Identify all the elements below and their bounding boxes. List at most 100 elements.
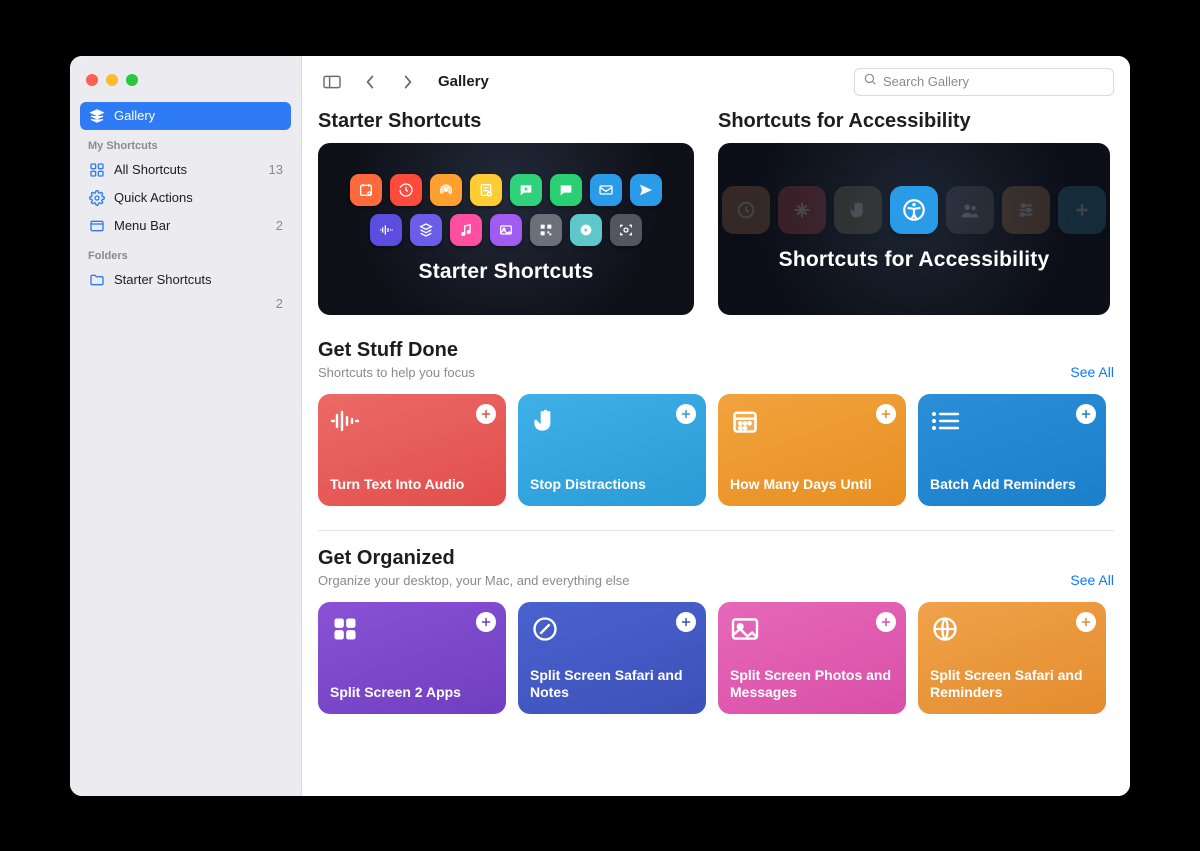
section-get-stuff-done: Get Stuff Done Shortcuts to help you foc… xyxy=(318,339,1130,506)
hero-card-accessibility[interactable]: Shortcuts for Accessibility xyxy=(718,143,1110,315)
card-row: Turn Text Into Audio Stop Distractions H… xyxy=(318,394,1114,506)
section-subtitle: Organize your desktop, your Mac, and eve… xyxy=(318,573,629,588)
toolbar: Gallery xyxy=(302,56,1130,108)
search-input[interactable] xyxy=(883,74,1105,89)
safari-icon xyxy=(530,614,560,644)
add-shortcut-button[interactable] xyxy=(876,404,896,424)
card-title: Split Screen Photos and Messages xyxy=(730,667,894,702)
sidebar-item-label: Quick Actions xyxy=(114,190,193,205)
minimize-window-button[interactable] xyxy=(106,74,118,86)
image-icon xyxy=(730,614,760,644)
shortcut-card[interactable]: Stop Distractions xyxy=(518,394,706,506)
sidebar-item-all-shortcuts[interactable]: All Shortcuts 13 xyxy=(80,156,291,184)
qr-icon xyxy=(530,214,562,246)
add-shortcut-button[interactable] xyxy=(476,612,496,632)
share-circle-icon xyxy=(570,214,602,246)
sidebar-item-label: Gallery xyxy=(114,108,155,123)
sliders-icon xyxy=(1002,186,1050,234)
sidebar-item-count: 13 xyxy=(269,162,283,177)
hero-card-label: Shortcuts for Accessibility xyxy=(779,248,1050,272)
hero-row: Starter Shortcuts xyxy=(318,108,1130,315)
stack-icon xyxy=(88,107,106,125)
add-shortcut-button[interactable] xyxy=(876,612,896,632)
shortcut-card[interactable]: Split Screen 2 Apps xyxy=(318,602,506,714)
hero-card-starter[interactable]: Starter Shortcuts xyxy=(318,143,694,315)
shortcut-card[interactable]: Split Screen Safari and Reminders xyxy=(918,602,1106,714)
add-shortcut-button[interactable] xyxy=(476,404,496,424)
section-get-organized: Get Organized Organize your desktop, you… xyxy=(318,530,1130,714)
add-shortcut-button[interactable] xyxy=(1076,404,1096,424)
shortcut-card[interactable]: Split Screen Safari and Notes xyxy=(518,602,706,714)
airdrop-icon xyxy=(430,174,462,206)
search-field[interactable] xyxy=(854,68,1114,96)
mail-icon xyxy=(590,174,622,206)
section-title: Get Stuff Done xyxy=(318,339,475,362)
hero-title: Shortcuts for Accessibility xyxy=(718,110,1110,133)
gear-icon xyxy=(88,189,106,207)
sidebar: Gallery My Shortcuts All Shortcuts 13 xyxy=(70,56,302,796)
sidebar-item-label: Starter Shortcuts xyxy=(114,272,212,287)
hero-col-starter: Starter Shortcuts xyxy=(318,108,694,315)
shortcut-card[interactable]: Turn Text Into Audio xyxy=(318,394,506,506)
content-scroll: Starter Shortcuts xyxy=(302,108,1130,796)
sidebar-item-menu-bar[interactable]: Menu Bar 2 xyxy=(80,212,291,240)
add-icon xyxy=(1058,186,1106,234)
app-window: Gallery My Shortcuts All Shortcuts 13 xyxy=(70,56,1130,796)
main-content: Gallery Starter Shortcuts xyxy=(302,56,1130,796)
hand-icon xyxy=(834,186,882,234)
see-all-link[interactable]: See All xyxy=(1070,572,1114,588)
apps-grid-icon xyxy=(330,614,360,644)
window-icon xyxy=(88,217,106,235)
sidebar-item-gallery[interactable]: Gallery xyxy=(80,102,291,130)
sidebar-item-quick-actions[interactable]: Quick Actions xyxy=(80,184,291,212)
card-title: Stop Distractions xyxy=(530,476,694,494)
sidebar-section-folders: Folders xyxy=(80,240,291,266)
calendar-add-icon xyxy=(350,174,382,206)
zoom-window-button[interactable] xyxy=(126,74,138,86)
waveform-icon xyxy=(370,214,402,246)
see-all-link[interactable]: See All xyxy=(1070,364,1114,380)
list-icon xyxy=(930,406,960,436)
shortcut-card[interactable]: Split Screen Photos and Messages xyxy=(718,602,906,714)
card-row: Split Screen 2 Apps Split Screen Safari … xyxy=(318,602,1114,714)
card-title: Split Screen Safari and Reminders xyxy=(930,667,1094,702)
card-title: Split Screen Safari and Notes xyxy=(530,667,694,702)
search-icon xyxy=(863,72,877,91)
card-title: Batch Add Reminders xyxy=(930,476,1094,494)
people-icon xyxy=(946,186,994,234)
sidebar-folder-starter[interactable]: Starter Shortcuts xyxy=(80,266,291,294)
hero-icon-row xyxy=(722,186,1106,234)
hero-icon-grid xyxy=(350,174,662,246)
page-title: Gallery xyxy=(438,73,489,90)
globe-icon xyxy=(930,614,960,644)
hero-card-label: Starter Shortcuts xyxy=(419,260,594,284)
sidebar-section-my-shortcuts: My Shortcuts xyxy=(80,130,291,156)
scan-icon xyxy=(610,214,642,246)
section-subtitle: Shortcuts to help you focus xyxy=(318,365,475,380)
note-add-icon xyxy=(470,174,502,206)
photos-icon xyxy=(490,214,522,246)
forward-button[interactable] xyxy=(394,70,422,94)
shortcut-card[interactable]: How Many Days Until xyxy=(718,394,906,506)
section-title: Get Organized xyxy=(318,547,629,570)
folder-icon xyxy=(88,271,106,289)
toggle-sidebar-button[interactable] xyxy=(318,70,346,94)
hero-col-accessibility: Shortcuts for Accessibility xyxy=(718,108,1110,315)
back-button[interactable] xyxy=(356,70,384,94)
clock-icon xyxy=(722,186,770,234)
sidebar-item-count: 2 xyxy=(276,296,283,311)
sidebar-item-label: Menu Bar xyxy=(114,218,170,233)
card-title: How Many Days Until xyxy=(730,476,894,494)
card-title: Split Screen 2 Apps xyxy=(330,684,494,702)
shortcut-card[interactable]: Batch Add Reminders xyxy=(918,394,1106,506)
chat-add-icon xyxy=(510,174,542,206)
add-shortcut-button[interactable] xyxy=(676,404,696,424)
close-window-button[interactable] xyxy=(86,74,98,86)
accessibility-icon xyxy=(890,186,938,234)
add-shortcut-button[interactable] xyxy=(676,612,696,632)
music-note-icon xyxy=(450,214,482,246)
medical-icon xyxy=(778,186,826,234)
send-icon xyxy=(630,174,662,206)
calendar-icon xyxy=(730,406,760,436)
add-shortcut-button[interactable] xyxy=(1076,612,1096,632)
